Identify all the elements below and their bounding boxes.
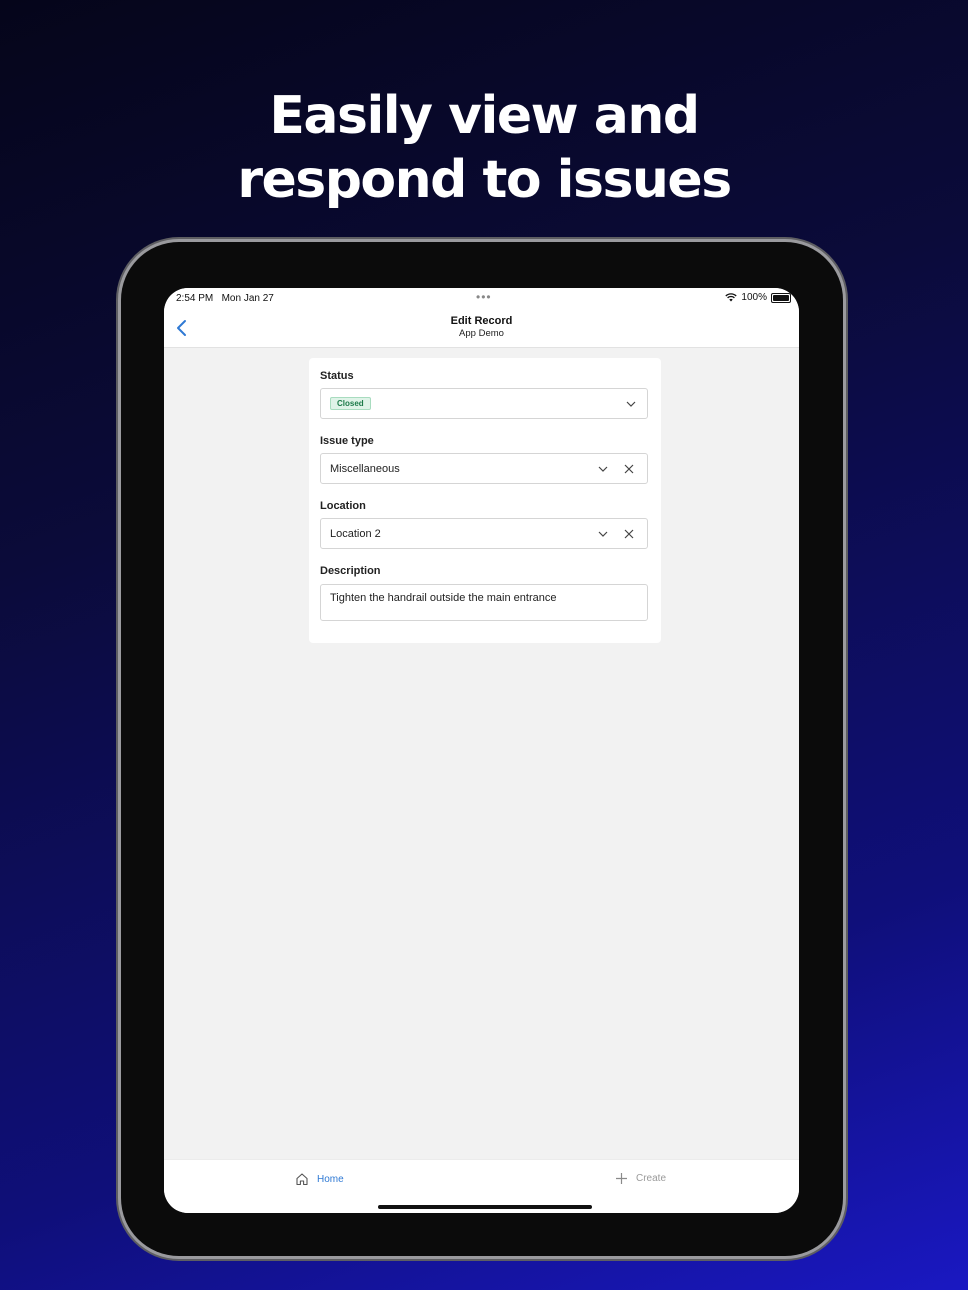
headline-line-1: Easily view and	[269, 86, 700, 146]
tab-bar: Home Create	[164, 1159, 799, 1213]
status-date: Mon Jan 27	[221, 293, 274, 304]
status-time-date: 2:54 PM Mon Jan 27	[176, 293, 274, 304]
issue-type-label: Issue type	[320, 435, 374, 447]
location-value: Location 2	[330, 528, 381, 540]
battery-percent: 100%	[741, 292, 767, 303]
status-indicators: 100%	[725, 292, 791, 303]
chevron-down-icon[interactable]	[597, 463, 609, 475]
status-badge: Closed	[330, 397, 371, 410]
description-label: Description	[320, 565, 381, 577]
home-indicator[interactable]	[378, 1205, 592, 1209]
status-bar: 2:54 PM Mon Jan 27 ••• 100%	[164, 288, 799, 310]
chevron-down-icon[interactable]	[597, 528, 609, 540]
battery-icon	[771, 292, 791, 303]
wifi-icon	[725, 293, 738, 302]
tab-create-label: Create	[636, 1173, 667, 1184]
close-icon[interactable]	[623, 463, 635, 475]
plus-icon	[616, 1173, 627, 1184]
location-label: Location	[320, 500, 366, 512]
tab-home-label: Home	[317, 1173, 344, 1185]
location-select[interactable]: Location 2	[320, 518, 648, 549]
tab-create[interactable]: Create	[615, 1172, 666, 1185]
status-label: Status	[320, 370, 354, 382]
close-icon[interactable]	[623, 528, 635, 540]
description-textarea[interactable]: Tighten the handrail outside the main en…	[320, 584, 648, 621]
marketing-headline: Easily view and respond to issues	[0, 84, 968, 212]
tablet-screen: 2:54 PM Mon Jan 27 ••• 100% Edit Record …	[164, 288, 799, 1213]
edit-record-form: Status Closed Issue type Miscellaneous L…	[309, 358, 661, 643]
multitasking-dots[interactable]: •••	[476, 290, 492, 304]
tab-home[interactable]: Home	[295, 1172, 344, 1186]
issue-type-select[interactable]: Miscellaneous	[320, 453, 648, 484]
chevron-down-icon	[626, 401, 636, 407]
issue-type-value: Miscellaneous	[330, 463, 400, 475]
page-title: Edit Record	[450, 315, 513, 327]
description-value: Tighten the handrail outside the main en…	[330, 592, 557, 604]
navigation-bar: Edit Record App Demo	[164, 310, 799, 348]
status-time: 2:54 PM	[176, 293, 214, 304]
headline-line-2: respond to issues	[237, 150, 732, 210]
home-icon	[296, 1173, 308, 1186]
status-select[interactable]: Closed	[320, 388, 648, 419]
page-subtitle: App Demo	[459, 328, 504, 339]
